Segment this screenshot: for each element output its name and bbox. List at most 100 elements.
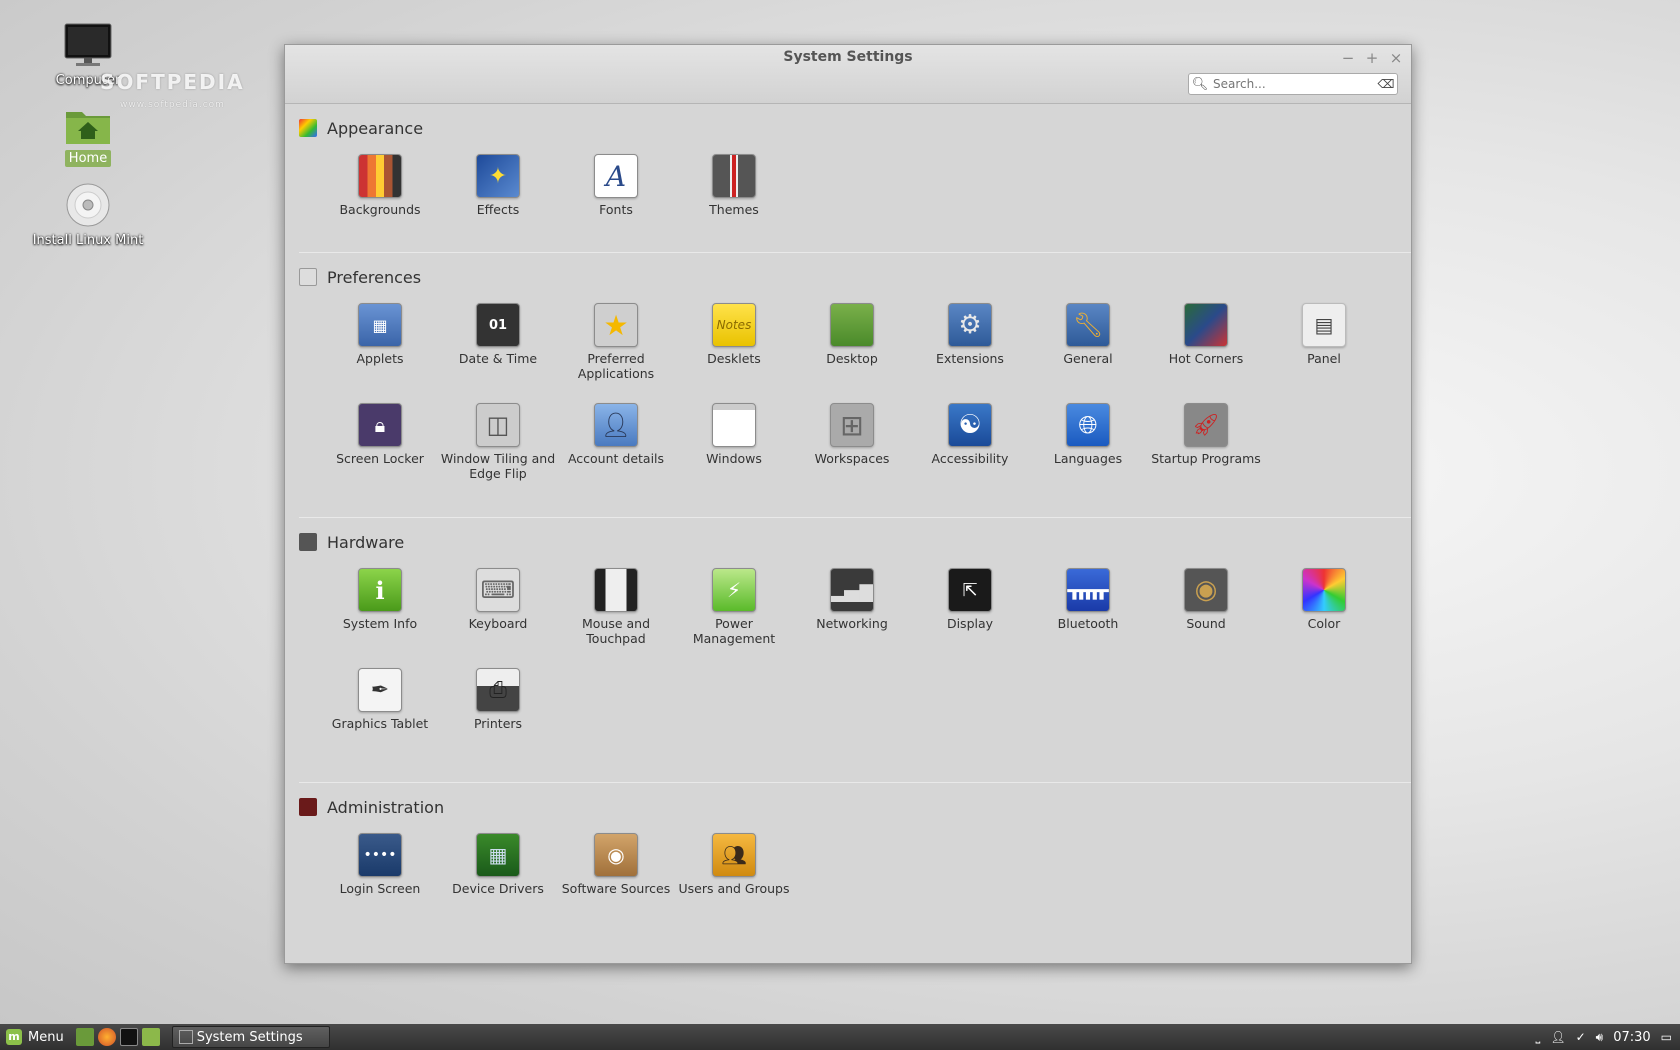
section-appearance: Appearance Backgrounds ✦ Effects A Fonts: [299, 104, 1411, 253]
item-label: Startup Programs: [1151, 451, 1261, 466]
firefox-icon[interactable]: [97, 1028, 116, 1046]
item-languages[interactable]: 🌐︎ Languages: [1029, 397, 1147, 497]
themes-icon: [712, 154, 756, 198]
keyboard-icon: ⌨: [476, 568, 520, 612]
item-graphics-tablet[interactable]: ✒︎ Graphics Tablet: [321, 662, 439, 762]
item-label: Mouse and Touchpad: [581, 616, 651, 646]
item-keyboard[interactable]: ⌨ Keyboard: [439, 562, 557, 662]
item-hot-corners[interactable]: Hot Corners: [1147, 297, 1265, 397]
section-hardware: Hardware i System Info ⌨ Keyboard Mouse …: [299, 518, 1411, 783]
item-themes[interactable]: Themes: [675, 148, 793, 248]
item-system-info[interactable]: i System Info: [321, 562, 439, 662]
item-users-groups[interactable]: 👥︎ Users and Groups: [675, 827, 793, 927]
section-title: Hardware: [327, 532, 405, 552]
star-icon: ★: [594, 303, 638, 347]
system-tray: ⎵ 👤︎ ✓ 🔊︎ 07:30 ▭: [1536, 1030, 1680, 1045]
circuit-board-icon: ▦: [476, 833, 520, 877]
speaker-icon: ◉: [1184, 568, 1228, 612]
item-mouse-touchpad[interactable]: Mouse and Touchpad: [557, 562, 675, 662]
item-label: Workspaces: [814, 451, 890, 466]
volume-icon[interactable]: 🔊︎: [1596, 1030, 1604, 1045]
workspaces-icon: ⊞: [830, 403, 874, 447]
item-account-details[interactable]: 👤︎ Account details: [557, 397, 675, 497]
rocket-icon: 🚀︎: [1184, 403, 1228, 447]
terminal-icon[interactable]: [119, 1028, 138, 1046]
item-label: General: [1063, 351, 1113, 366]
item-date-time[interactable]: 01 Date & Time: [439, 297, 557, 397]
color-wheel-icon: [1302, 568, 1346, 612]
item-desktop[interactable]: Desktop: [793, 297, 911, 397]
item-label: Desktop: [826, 351, 878, 366]
close-button[interactable]: ×: [1389, 49, 1403, 67]
item-label: Panel: [1307, 351, 1341, 366]
item-label: Windows: [706, 451, 762, 466]
item-networking[interactable]: ▂▄▆ Networking: [793, 562, 911, 662]
window-controls: − + ×: [1341, 49, 1403, 67]
item-window-tiling[interactable]: ◫ Window Tiling and Edge Flip: [439, 397, 557, 497]
network-tray-icon[interactable]: ✓: [1576, 1030, 1586, 1044]
keyboard-layout-icon[interactable]: ⎵: [1536, 1030, 1541, 1045]
item-label: Bluetooth: [1057, 616, 1119, 631]
item-login-screen[interactable]: •••• Login Screen: [321, 827, 439, 927]
section-title: Preferences: [327, 267, 422, 287]
item-label: Effects: [476, 202, 520, 217]
item-workspaces[interactable]: ⊞ Workspaces: [793, 397, 911, 497]
panel-icon: ▤: [1302, 303, 1346, 347]
desktop-icon-home[interactable]: Home: [28, 104, 148, 167]
item-extensions[interactable]: ⚙ Extensions: [911, 297, 1029, 397]
item-bluetooth[interactable]: ᚅ Bluetooth: [1029, 562, 1147, 662]
item-label: Account details: [567, 451, 665, 466]
item-printers[interactable]: ⎙ Printers: [439, 662, 557, 762]
info-icon: i: [358, 568, 402, 612]
item-startup-programs[interactable]: 🚀︎ Startup Programs: [1147, 397, 1265, 497]
item-accessibility[interactable]: ☯︎ Accessibility: [911, 397, 1029, 497]
item-general[interactable]: 🔧︎ General: [1029, 297, 1147, 397]
desktop-icon-install[interactable]: Install Linux Mint: [28, 182, 148, 249]
effects-icon: ✦: [476, 154, 520, 198]
item-label: Users and Groups: [678, 881, 790, 896]
item-effects[interactable]: ✦ Effects: [439, 148, 557, 248]
desktop-icon: [830, 303, 874, 347]
taskbar-window-system-settings[interactable]: System Settings: [171, 1026, 330, 1048]
item-label: Power Management: [692, 616, 776, 646]
preferences-icon: [299, 268, 317, 286]
item-windows[interactable]: Windows: [675, 397, 793, 497]
applets-icon: ▦: [358, 303, 402, 347]
window-icon: [712, 403, 756, 447]
item-desklets[interactable]: Notes Desklets: [675, 297, 793, 397]
search-icon: 🔍︎: [1191, 76, 1209, 92]
files-icon[interactable]: [141, 1028, 160, 1046]
item-label: Device Drivers: [452, 881, 544, 896]
item-label: System Info: [342, 616, 418, 631]
item-power-management[interactable]: ⚡︎ Power Management: [675, 562, 793, 662]
maximize-button[interactable]: +: [1365, 49, 1379, 67]
clear-search-icon[interactable]: ⌫: [1375, 77, 1397, 91]
item-preferred-applications[interactable]: ★ Preferred Applications: [557, 297, 675, 397]
show-desktop-tray-icon[interactable]: ▭: [1661, 1030, 1672, 1044]
item-color[interactable]: Color: [1265, 562, 1383, 662]
item-sound[interactable]: ◉ Sound: [1147, 562, 1265, 662]
titlebar[interactable]: System Settings − + × 🔍︎ ⌫: [285, 45, 1411, 104]
watermark-url: www.softpedia.com: [120, 100, 225, 110]
minimize-button[interactable]: −: [1341, 49, 1355, 67]
show-desktop-icon[interactable]: [75, 1028, 94, 1046]
item-label: Networking: [816, 616, 888, 631]
menu-label: Menu: [28, 1029, 64, 1045]
item-display[interactable]: ⇱ Display: [911, 562, 1029, 662]
item-label: Display: [946, 616, 994, 631]
hot-corners-icon: [1184, 303, 1228, 347]
item-software-sources[interactable]: ◉ Software Sources: [557, 827, 675, 927]
taskbar: m Menu System Settings ⎵ 👤︎ ✓ 🔊︎ 07:30 ▭: [0, 1024, 1680, 1050]
item-panel[interactable]: ▤ Panel: [1265, 297, 1383, 397]
item-device-drivers[interactable]: ▦ Device Drivers: [439, 827, 557, 927]
search-input[interactable]: [1211, 76, 1375, 92]
item-applets[interactable]: ▦ Applets: [321, 297, 439, 397]
section-title: Appearance: [327, 118, 424, 138]
user-tray-icon[interactable]: 👤︎: [1550, 1030, 1565, 1044]
menu-button[interactable]: m Menu: [0, 1029, 72, 1045]
hardware-icon: [299, 533, 317, 551]
clock[interactable]: 07:30: [1613, 1030, 1650, 1045]
item-backgrounds[interactable]: Backgrounds: [321, 148, 439, 248]
item-screen-locker[interactable]: 🔒︎ Screen Locker: [321, 397, 439, 497]
item-fonts[interactable]: A Fonts: [557, 148, 675, 248]
